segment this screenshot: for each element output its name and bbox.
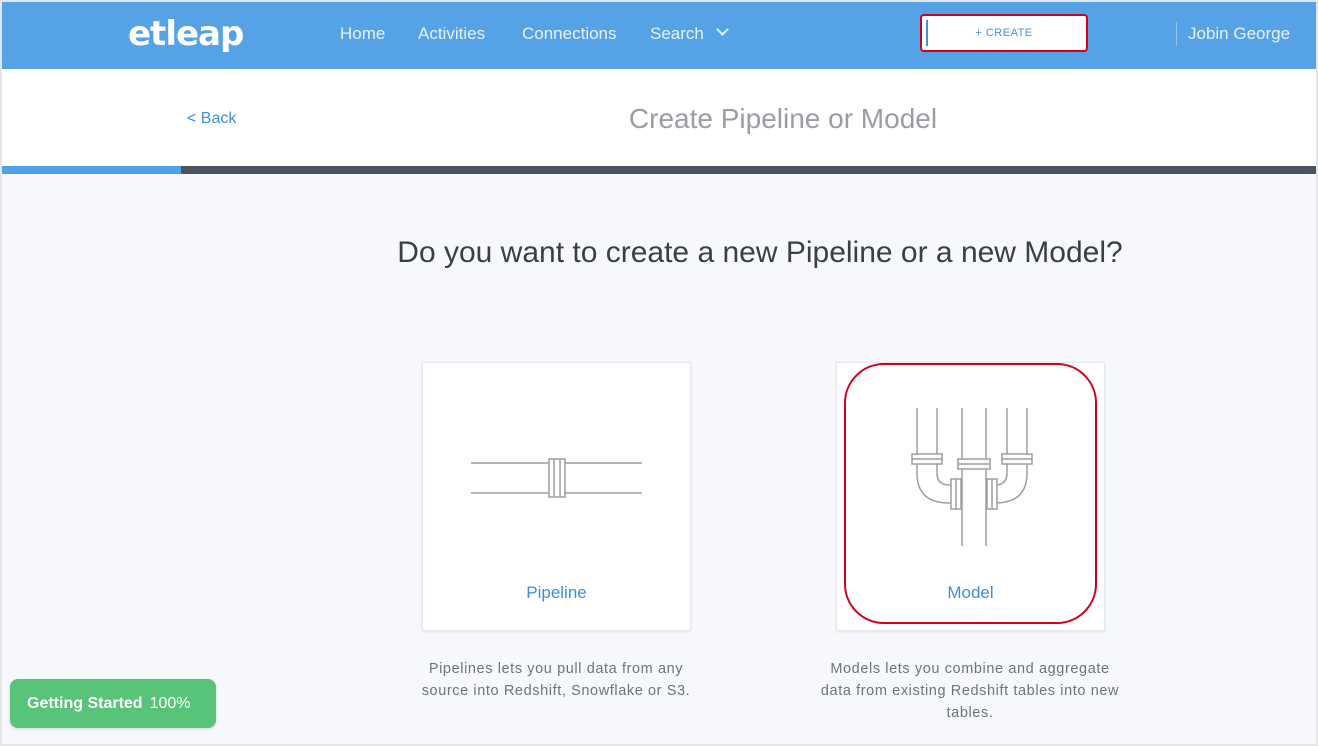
nav-divider	[1176, 22, 1177, 46]
page-title: Create Pipeline or Model	[628, 103, 938, 134]
model-option-card[interactable]: Model	[836, 362, 1105, 631]
progress-fill	[2, 166, 181, 174]
page-header: < Back Create Pipeline or Model	[2, 69, 1316, 166]
pipeline-description: Pipelines lets you pull data from any so…	[421, 661, 691, 699]
getting-started-percent: 100%	[149, 694, 191, 712]
nav-home[interactable]: Home	[340, 24, 385, 44]
top-nav: etleap Home Activities Connections Searc…	[2, 2, 1316, 69]
nav-search[interactable]: Search	[650, 24, 704, 44]
user-menu[interactable]: Jobin George	[1188, 24, 1290, 44]
etleap-logo[interactable]: etleap	[128, 14, 244, 54]
pipeline-option-label[interactable]: Pipeline	[423, 583, 690, 603]
nav-connections[interactable]: Connections	[522, 24, 617, 44]
model-description: Models lets you combine and aggregate da…	[820, 661, 1120, 721]
question-heading: Do you want to create a new Pipeline or …	[397, 236, 1123, 269]
getting-started-label: Getting Started	[27, 694, 143, 712]
model-option-label[interactable]: Model	[837, 583, 1104, 603]
progress-bar	[2, 166, 1316, 174]
create-button[interactable]: + CREATE	[920, 14, 1088, 52]
nav-activities[interactable]: Activities	[418, 24, 485, 44]
getting-started-widget[interactable]: Getting Started 100%	[10, 679, 216, 728]
chevron-down-icon[interactable]	[716, 23, 729, 36]
pipeline-option-card[interactable]: Pipeline	[422, 362, 691, 631]
